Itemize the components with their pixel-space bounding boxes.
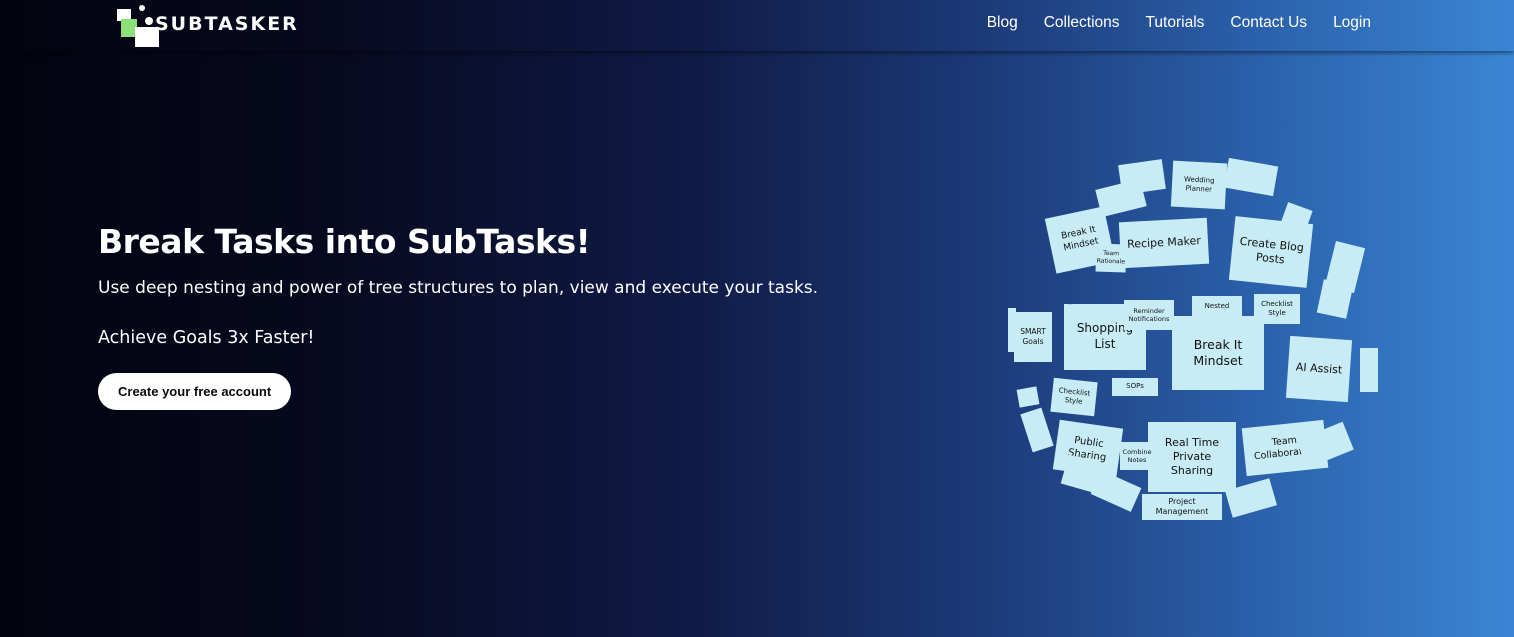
nav-link-login[interactable]: Login — [1333, 14, 1371, 32]
globe-card: Team Rationale — [1095, 243, 1127, 273]
globe-fragment — [1016, 386, 1040, 408]
hero-subtitle: Use deep nesting and power of tree struc… — [98, 278, 819, 298]
globe-fragment — [1316, 279, 1354, 319]
nav-link-contact-us[interactable]: Contact Us — [1230, 14, 1307, 32]
globe-card: Public — [1068, 304, 1072, 308]
globe-card: Checklist Style — [1254, 294, 1300, 324]
brand-name: SUBTASKER — [155, 13, 299, 35]
nav-links: Blog Collections Tutorials Contact Us Lo… — [987, 14, 1371, 32]
globe-card: Checklist Style — [1050, 377, 1098, 417]
hero-goal: Achieve Goals 3x Faster! — [98, 328, 315, 348]
globe-fragment — [1095, 178, 1147, 218]
navbar: SUBTASKER Blog Collections Tutorials Con… — [0, 0, 1514, 51]
globe-card: Nested — [1192, 296, 1242, 318]
globe-card: Reminder Notifications — [1124, 300, 1174, 330]
globe-fragment — [1020, 407, 1054, 453]
globe-card: Wedding Planner — [1170, 160, 1228, 210]
globe-card: Real Time Private Sharing — [1148, 422, 1236, 492]
globe-fragment — [1008, 308, 1016, 352]
globe-card: Recipe Maker — [1118, 217, 1210, 269]
globe-card: Combine Notes — [1120, 442, 1154, 470]
globe-fragment — [1360, 348, 1378, 392]
hero-title: Break Tasks into SubTasks! — [98, 222, 591, 261]
globe-card: Break It Mindset — [1172, 316, 1264, 390]
nav-link-tutorials[interactable]: Tutorials — [1146, 14, 1205, 32]
globe-fragment — [1223, 157, 1279, 197]
hero-section: Break Tasks into SubTasks! Use deep nest… — [98, 222, 818, 410]
globe-card: SOPs — [1112, 378, 1158, 396]
task-globe-illustration: Recipe Maker Create Blog Posts Break It … — [1000, 148, 1390, 538]
globe-card: Project Management — [1142, 494, 1222, 520]
globe-fragment — [1090, 470, 1142, 512]
globe-card: AI Assist — [1285, 335, 1353, 403]
create-account-button[interactable]: Create your free account — [98, 373, 292, 410]
nav-link-collections[interactable]: Collections — [1044, 14, 1120, 32]
brand-logo[interactable]: SUBTASKER — [113, 5, 299, 49]
subtasker-logo-icon — [113, 5, 159, 49]
globe-card: SMART Goals — [1014, 312, 1052, 362]
nav-link-blog[interactable]: Blog — [987, 14, 1018, 32]
